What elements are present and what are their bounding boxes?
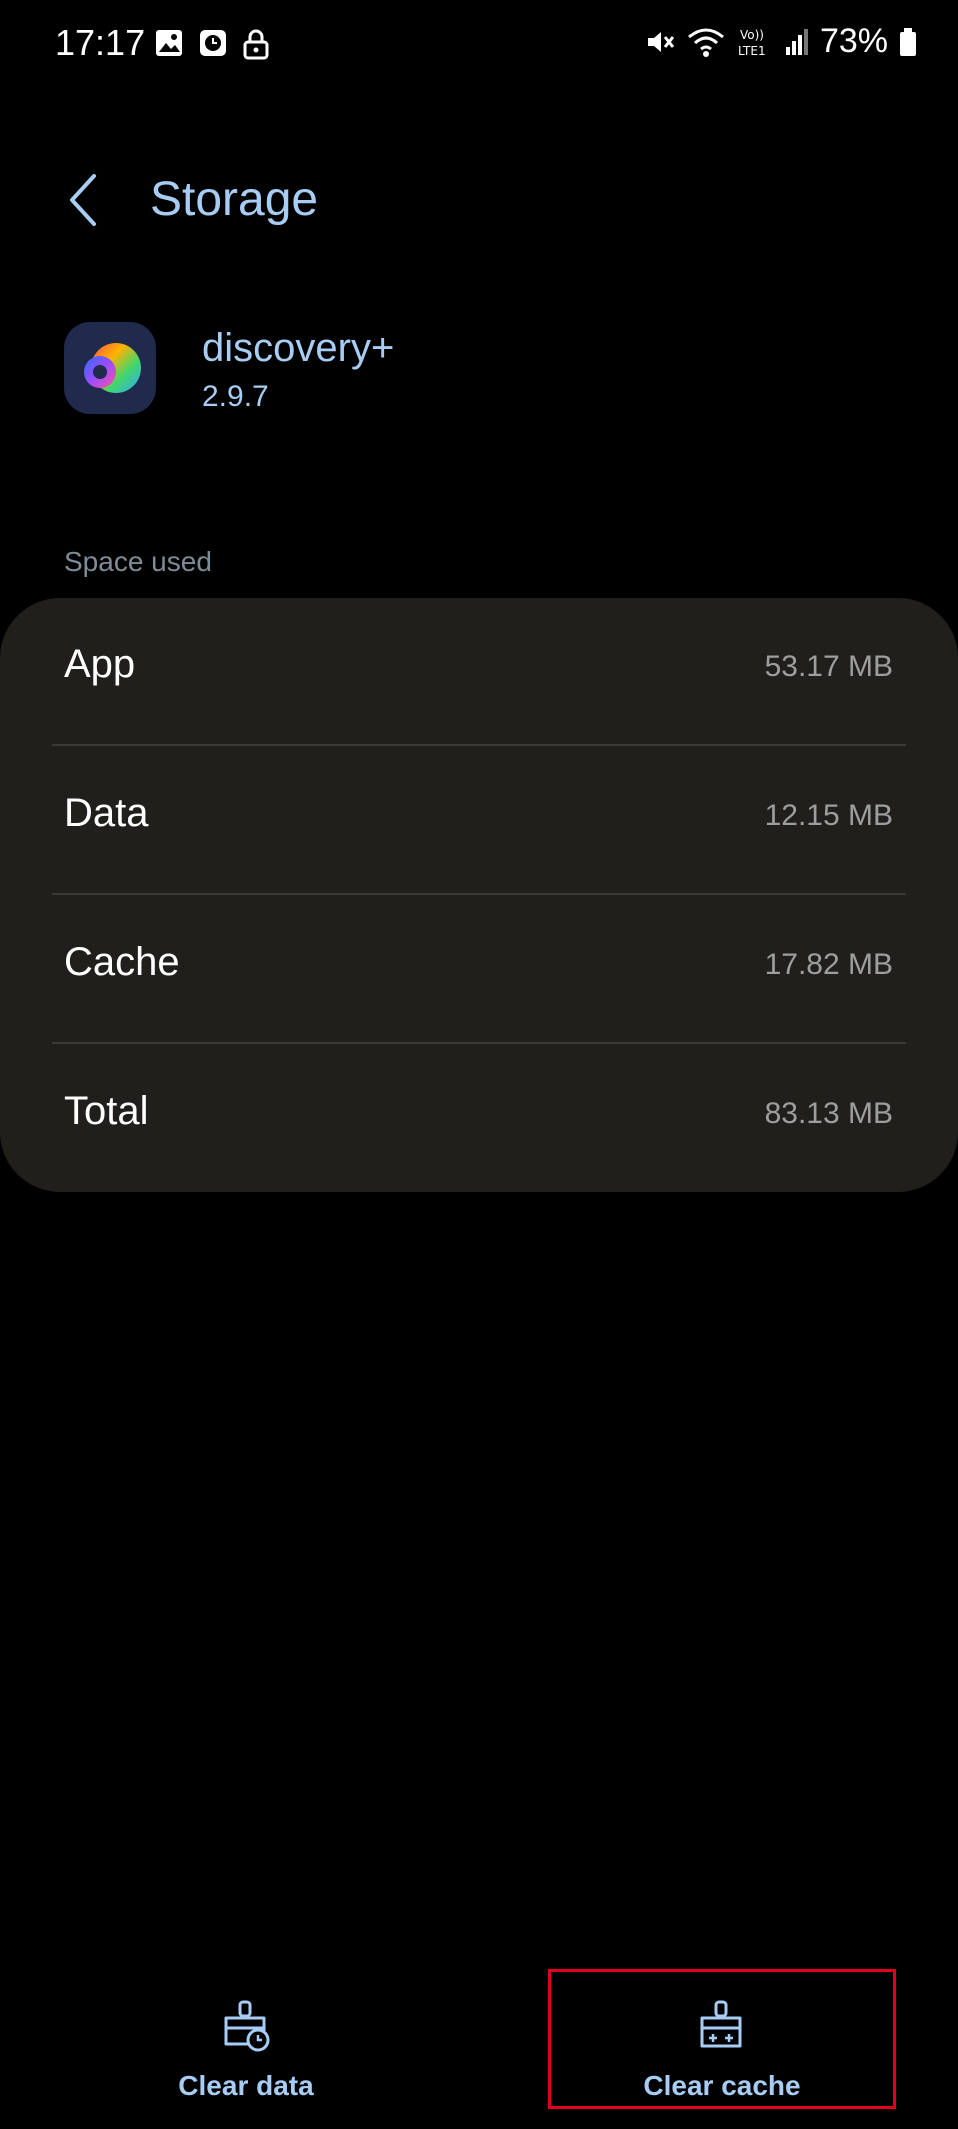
clear-data-icon [224, 2000, 270, 2052]
svg-text:Vo)): Vo)) [740, 28, 764, 42]
storage-row-label: Data [64, 791, 149, 835]
volte-lte-icon: Vo)) LTE1 [738, 28, 766, 58]
status-bar: 17:17 Vo)) LTE1 73% [0, 0, 958, 90]
storage-row-value: 83.13 MB [764, 1097, 893, 1130]
discovery-plus-logo-icon [84, 343, 141, 393]
storage-row-data: Data 12.15 MB [0, 747, 958, 895]
clear-data-button[interactable]: Clear data [71, 1970, 421, 2110]
clear-cache-icon [700, 2000, 742, 2048]
image-icon [156, 30, 182, 56]
storage-row-value: 53.17 MB [764, 650, 893, 683]
svg-text:LTE1: LTE1 [738, 44, 766, 58]
header: Storage [0, 160, 958, 240]
lock-icon [243, 29, 269, 60]
storage-row-label: Total [64, 1089, 149, 1133]
storage-row-cache: Cache 17.82 MB [0, 896, 958, 1044]
storage-row-app: App 53.17 MB [0, 598, 958, 746]
clock-app-icon [200, 30, 226, 56]
back-button[interactable] [58, 170, 108, 230]
storage-row-total: Total 83.13 MB [0, 1045, 958, 1193]
chevron-left-icon [70, 174, 96, 226]
clear-data-label: Clear data [178, 2070, 314, 2101]
mute-icon [647, 31, 675, 52]
storage-row-label: App [64, 642, 136, 686]
storage-row-label: Cache [64, 940, 180, 984]
signal-icon [785, 28, 808, 55]
space-used-label: Space used [64, 546, 212, 577]
status-system-icons: Vo)) LTE1 73% [644, 22, 918, 61]
status-notification-icons [154, 28, 270, 60]
storage-card: App 53.17 MB Data 12.15 MB Cache 17.82 M… [0, 598, 958, 1192]
app-info: discovery+ 2.9.7 [0, 320, 958, 430]
page-title: Storage [150, 173, 319, 226]
divider [52, 744, 906, 746]
storage-row-value: 17.82 MB [764, 948, 893, 981]
clear-cache-label: Clear cache [643, 2070, 801, 2101]
divider [52, 1042, 906, 1044]
battery-icon [900, 27, 916, 56]
clear-cache-button[interactable]: Clear cache [548, 1969, 896, 2109]
status-time: 17:17 [55, 22, 146, 63]
storage-row-value: 12.15 MB [764, 799, 893, 832]
app-name: discovery+ [202, 326, 395, 370]
app-icon [64, 322, 156, 414]
app-version: 2.9.7 [202, 380, 269, 413]
wifi-icon [687, 28, 724, 57]
battery-percentage: 73% [819, 22, 888, 60]
divider [52, 893, 906, 895]
